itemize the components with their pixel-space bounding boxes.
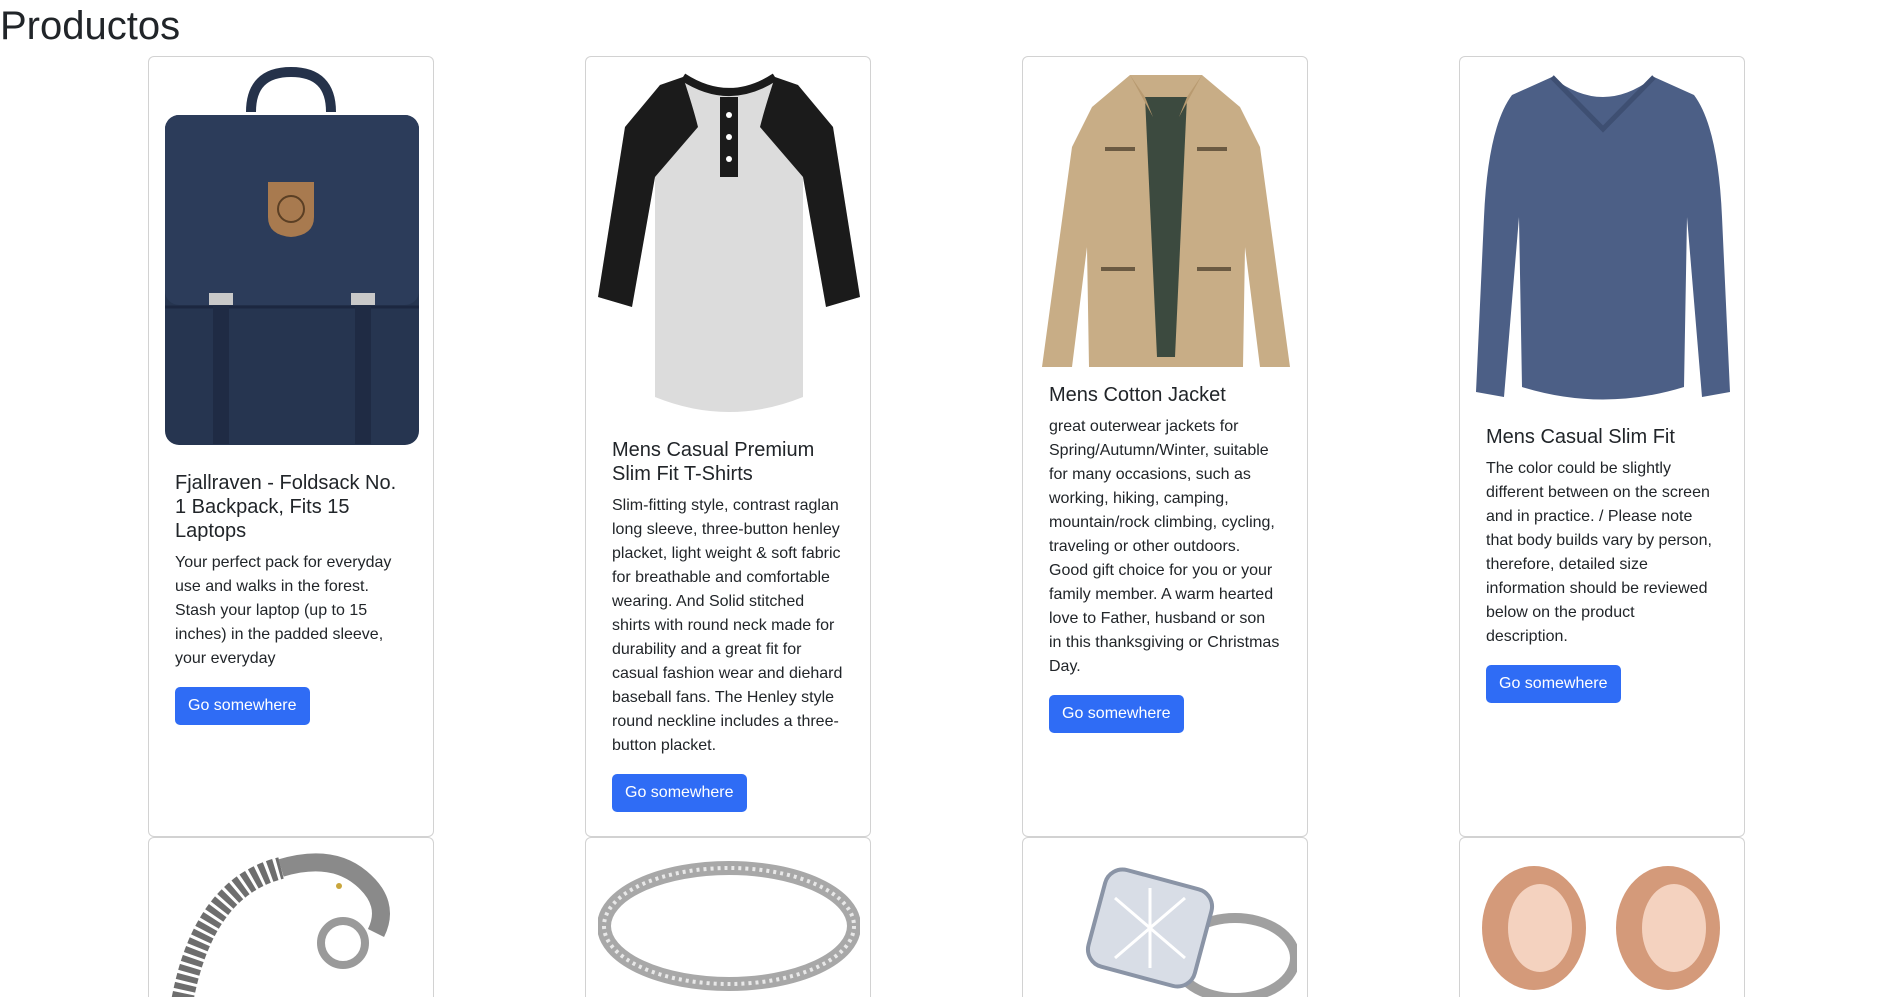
- product-card: [1022, 837, 1308, 997]
- go-somewhere-button[interactable]: Go somewhere: [175, 687, 310, 725]
- product-card: Mens Casual Premium Slim Fit T-Shirts Sl…: [585, 56, 871, 837]
- go-somewhere-button[interactable]: Go somewhere: [1486, 665, 1621, 703]
- product-description: Your perfect pack for everyday use and w…: [175, 554, 392, 667]
- product-card: Mens Cotton Jacket great outerwear jacke…: [1022, 56, 1308, 837]
- product-title: Mens Casual Slim Fit: [1486, 426, 1675, 448]
- product-title: Fjallraven - Foldsack No. 1 Backpack, Fi…: [175, 472, 397, 542]
- product-description: The color could be slightly different be…: [1486, 460, 1712, 645]
- product-image-dragon-bracelet: [161, 848, 423, 997]
- product-title: Mens Casual Premium Slim Fit T-Shirts: [612, 439, 815, 485]
- product-image-rose-gold-plugs: [1472, 848, 1734, 997]
- product-card: [585, 837, 871, 997]
- go-somewhere-button[interactable]: Go somewhere: [612, 774, 747, 812]
- product-image-backpack: [161, 67, 423, 455]
- page-title: Productos: [0, 4, 181, 48]
- product-image-diamond-ring: [1035, 848, 1297, 997]
- go-somewhere-button[interactable]: Go somewhere: [1049, 695, 1184, 733]
- product-image-raglan-henley-shirt: [598, 67, 860, 422]
- product-image-long-sleeve-shirt: [1472, 67, 1734, 409]
- product-card: Mens Casual Slim Fit The color could be …: [1459, 56, 1745, 837]
- product-description: great outerwear jackets for Spring/Autum…: [1049, 418, 1280, 675]
- product-card: [1459, 837, 1745, 997]
- product-image-silver-ring: [598, 848, 860, 997]
- product-card: Fjallraven - Foldsack No. 1 Backpack, Fi…: [148, 56, 434, 837]
- product-image-cotton-jacket: [1035, 67, 1297, 367]
- product-card: [148, 837, 434, 997]
- product-title: Mens Cotton Jacket: [1049, 384, 1226, 406]
- product-description: Slim-fitting style, contrast raglan long…: [612, 497, 843, 754]
